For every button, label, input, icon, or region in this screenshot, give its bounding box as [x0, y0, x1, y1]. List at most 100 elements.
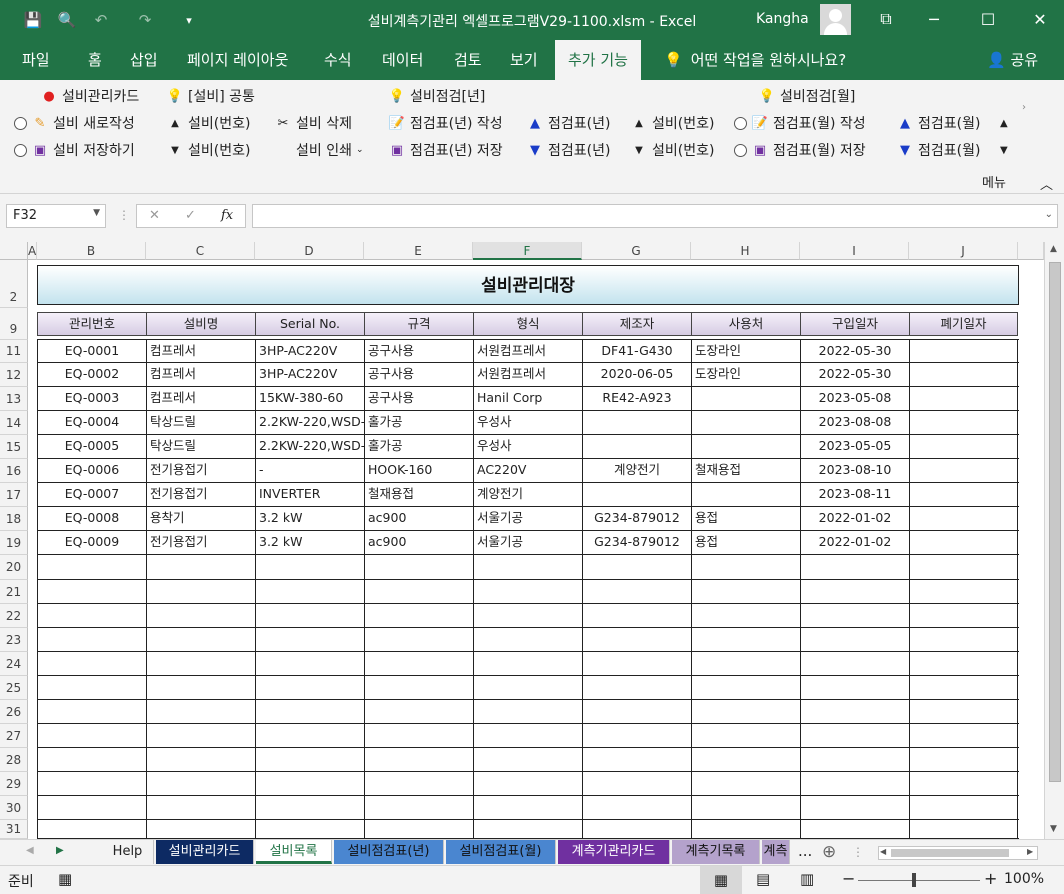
table-cell[interactable]: EQ-0005 — [37, 435, 146, 459]
more-sheets-button[interactable]: ... — [798, 842, 812, 860]
enter-icon[interactable]: ✓ — [185, 208, 196, 223]
row-header-29[interactable]: 29 — [0, 772, 28, 796]
table-cell[interactable]: EQ-0003 — [37, 387, 146, 411]
table-cell[interactable]: - — [255, 459, 364, 483]
table-cell[interactable]: 3HP-AC220V — [255, 340, 364, 363]
table-cell[interactable]: 공구사용 — [364, 363, 473, 387]
table-cell[interactable] — [582, 435, 691, 459]
table-cell[interactable]: INVERTER — [255, 483, 364, 507]
table-cell[interactable] — [146, 555, 255, 580]
table-cell[interactable] — [364, 724, 473, 748]
table-cell[interactable] — [37, 604, 146, 628]
table-cell[interactable]: 2023-05-05 — [800, 435, 909, 459]
tab-split-divider[interactable]: ⋮ — [852, 845, 864, 859]
table-cell[interactable]: G234-879012 — [582, 531, 691, 555]
table-cell[interactable]: 2023-08-10 — [800, 459, 909, 483]
table-cell[interactable] — [909, 652, 1018, 676]
sheet-tab[interactable]: 설비목록 — [256, 840, 332, 864]
table-cell[interactable] — [146, 772, 255, 796]
table-cell[interactable] — [691, 820, 800, 839]
table-cell[interactable]: 서원컴프레서 — [473, 363, 582, 387]
table-cell[interactable]: 서울기공 — [473, 507, 582, 531]
row-header-23[interactable]: 23 — [0, 628, 28, 652]
column-header-b[interactable]: B — [37, 242, 146, 260]
table-cell[interactable] — [582, 652, 691, 676]
annual-sheet-down-button[interactable]: ▼ 점검표(년) — [526, 139, 610, 161]
table-cell[interactable]: Hanil Corp — [473, 387, 582, 411]
table-cell[interactable] — [37, 748, 146, 772]
table-cell[interactable]: DF41-G430 — [582, 340, 691, 363]
table-cell[interactable] — [255, 604, 364, 628]
inspection-equipment-up-button[interactable]: ▲ 설비(번호) — [630, 112, 714, 134]
table-cell[interactable] — [909, 628, 1018, 652]
table-cell[interactable] — [146, 748, 255, 772]
table-cell[interactable]: HOOK-160 — [364, 459, 473, 483]
tab-data[interactable]: 데이터 — [370, 40, 435, 80]
equipment-save-button[interactable]: ▣ 설비 저장하기 — [14, 139, 135, 161]
table-cell[interactable] — [255, 748, 364, 772]
table-cell[interactable] — [909, 411, 1018, 435]
close-icon[interactable]: ✕ — [1020, 4, 1060, 34]
table-cell[interactable] — [909, 796, 1018, 820]
table-cell[interactable]: ac900 — [364, 531, 473, 555]
table-cell[interactable]: 계양전기 — [473, 483, 582, 507]
table-cell[interactable] — [582, 555, 691, 580]
table-cell[interactable] — [909, 724, 1018, 748]
more-up-icon[interactable]: ▲ — [1000, 112, 1008, 134]
table-cell[interactable] — [364, 652, 473, 676]
table-cell[interactable] — [800, 604, 909, 628]
table-cell[interactable] — [255, 772, 364, 796]
column-header-h[interactable]: H — [691, 242, 800, 260]
table-cell[interactable] — [146, 604, 255, 628]
table-cell[interactable] — [473, 676, 582, 700]
zoom-slider[interactable] — [858, 880, 980, 881]
sheet-tab[interactable]: 계측기관리카드 — [558, 840, 670, 864]
normal-view-icon[interactable]: ▦ — [700, 866, 742, 894]
table-cell[interactable] — [909, 363, 1018, 387]
table-cell[interactable] — [582, 411, 691, 435]
table-cell[interactable] — [800, 700, 909, 724]
table-cell[interactable] — [909, 700, 1018, 724]
scroll-down-icon[interactable]: ▼ — [1050, 824, 1057, 834]
table-cell[interactable] — [909, 459, 1018, 483]
table-cell[interactable] — [582, 676, 691, 700]
ribbon-display-options-icon[interactable]: ⧉ — [866, 4, 906, 34]
tab-page-layout[interactable]: 페이지 레이아웃 — [175, 40, 300, 80]
table-cell[interactable] — [146, 628, 255, 652]
ribbon-scroll-right-icon[interactable]: › — [1022, 96, 1026, 118]
table-cell[interactable] — [37, 628, 146, 652]
table-cell[interactable] — [473, 772, 582, 796]
table-cell[interactable] — [364, 580, 473, 604]
zoom-out-icon[interactable]: − — [842, 869, 855, 888]
vertical-scroll-thumb[interactable] — [1049, 262, 1061, 782]
tab-review[interactable]: 검토 — [442, 40, 494, 80]
row-header-14[interactable]: 14 — [0, 411, 28, 435]
row-header-26[interactable]: 26 — [0, 700, 28, 724]
table-cell[interactable]: 철재용접 — [691, 459, 800, 483]
scroll-up-icon[interactable]: ▲ — [1050, 244, 1057, 254]
table-cell[interactable] — [909, 820, 1018, 839]
table-cell[interactable] — [473, 748, 582, 772]
table-cell[interactable] — [909, 604, 1018, 628]
sheet-tab[interactable]: 설비점검표(월) — [446, 840, 556, 864]
table-cell[interactable]: ac900 — [364, 507, 473, 531]
column-header-d[interactable]: D — [255, 242, 364, 260]
table-cell[interactable] — [582, 772, 691, 796]
row-header-28[interactable]: 28 — [0, 748, 28, 772]
row-header-22[interactable]: 22 — [0, 604, 28, 628]
table-cell[interactable] — [691, 796, 800, 820]
table-cell[interactable] — [800, 580, 909, 604]
equipment-number-down-button[interactable]: ▼ 설비(번호) — [166, 139, 250, 161]
annual-sheet-create-button[interactable]: 📝 점검표(년) 작성 — [388, 112, 503, 134]
table-cell[interactable]: 철재용접 — [364, 483, 473, 507]
table-cell[interactable]: G234-879012 — [582, 507, 691, 531]
table-cell[interactable] — [473, 604, 582, 628]
tab-formulas[interactable]: 수식 — [312, 40, 364, 80]
row-header-17[interactable]: 17 — [0, 483, 28, 507]
table-cell[interactable]: 전기용접기 — [146, 531, 255, 555]
table-cell[interactable] — [146, 820, 255, 839]
table-cell[interactable]: EQ-0008 — [37, 507, 146, 531]
table-cell[interactable] — [473, 700, 582, 724]
table-cell[interactable] — [691, 628, 800, 652]
table-cell[interactable]: 도장라인 — [691, 363, 800, 387]
